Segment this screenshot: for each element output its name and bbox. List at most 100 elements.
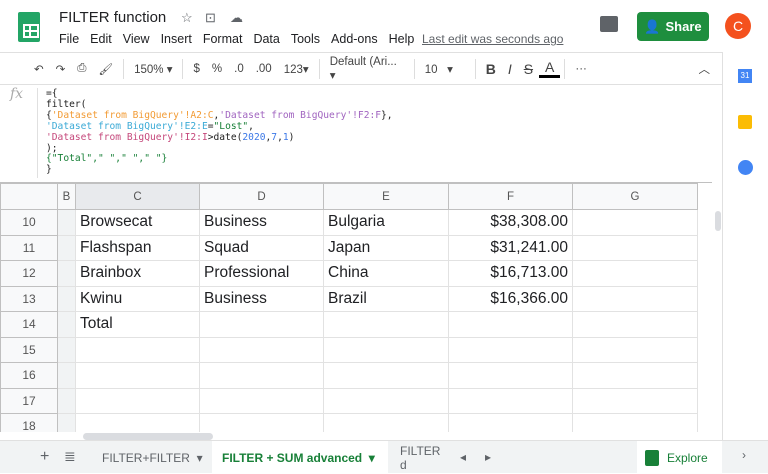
calendar-icon[interactable]: 31 (738, 69, 752, 83)
tasks-icon[interactable] (738, 160, 753, 175)
row-header[interactable]: 13 (0, 285, 58, 312)
cell-d[interactable] (199, 362, 324, 389)
undo-icon[interactable]: ↶ (28, 62, 50, 76)
cell-d[interactable] (199, 336, 324, 363)
cell-b[interactable] (57, 285, 76, 312)
scroll-tabs-right-icon[interactable]: ▸ (485, 450, 491, 464)
cell-e[interactable]: China (323, 260, 449, 287)
cell-d[interactable] (199, 311, 324, 338)
column-header-g[interactable]: G (572, 183, 698, 210)
print-icon[interactable]: ⎙ (71, 62, 92, 75)
menu-tools[interactable]: Tools (291, 32, 320, 46)
currency-button[interactable]: $ (187, 63, 205, 75)
row-header[interactable]: 10 (0, 209, 58, 236)
move-folder-icon[interactable]: ⊡ (205, 10, 216, 26)
row-header[interactable]: 17 (0, 387, 58, 414)
cell-g[interactable] (572, 311, 698, 338)
strikethrough-button[interactable]: S (518, 61, 539, 77)
cell-f[interactable] (448, 311, 573, 338)
cell-b[interactable] (57, 260, 76, 287)
cell-e[interactable] (323, 336, 449, 363)
cell-e[interactable] (323, 387, 449, 414)
cell-g[interactable] (572, 285, 698, 312)
cell-g[interactable] (572, 209, 698, 236)
row-header[interactable]: 16 (0, 362, 58, 389)
document-title[interactable]: FILTER function (59, 9, 166, 26)
cell-b[interactable] (57, 387, 76, 414)
cell-b[interactable] (57, 336, 76, 363)
row-header[interactable]: 11 (0, 234, 58, 261)
menu-data[interactable]: Data (253, 32, 279, 46)
cell-e[interactable]: Bulgaria (323, 209, 449, 236)
menu-format[interactable]: Format (203, 32, 243, 46)
cell-g[interactable] (572, 260, 698, 287)
vertical-scrollbar[interactable] (715, 211, 721, 231)
column-header-b[interactable]: B (57, 183, 76, 210)
font-select[interactable]: Default (Ari... ▾ (324, 56, 410, 82)
share-button[interactable]: 👤 Share (637, 12, 709, 41)
menu-view[interactable]: View (123, 32, 150, 46)
select-all-corner[interactable] (0, 183, 58, 210)
cell-g[interactable] (572, 387, 698, 414)
sheet-tab-filter-filter[interactable]: FILTER+FILTER ▾ (92, 441, 213, 474)
italic-button[interactable]: I (502, 61, 518, 77)
cell-e[interactable] (323, 362, 449, 389)
cell-b[interactable] (57, 311, 76, 338)
cell-g[interactable] (572, 336, 698, 363)
column-header-e[interactable]: E (323, 183, 449, 210)
percent-button[interactable]: % (206, 63, 228, 75)
avatar[interactable]: C (725, 13, 751, 39)
explore-button[interactable]: Explore (637, 441, 722, 474)
column-header-c[interactable]: C (75, 183, 200, 210)
column-header-f[interactable]: F (448, 183, 573, 210)
text-color-button[interactable]: A (539, 59, 561, 78)
cell-f[interactable] (448, 387, 573, 414)
collapse-icon[interactable]: ︿ (693, 61, 717, 77)
cell-g[interactable] (572, 234, 698, 261)
scroll-tabs-left-icon[interactable]: ◂ (460, 450, 466, 464)
paint-format-icon[interactable]: 🖌 (92, 62, 119, 76)
sheet-tab-filter-sum-advanced[interactable]: FILTER + SUM advanced ▾ (212, 441, 388, 474)
cell-d[interactable] (199, 387, 324, 414)
keep-icon[interactable] (738, 115, 752, 129)
cell-g[interactable] (572, 362, 698, 389)
number-format-select[interactable]: 123▾ (278, 62, 315, 76)
menu-insert[interactable]: Insert (161, 32, 192, 46)
cell-e[interactable] (323, 311, 449, 338)
add-sheet-icon[interactable]: + (40, 448, 49, 466)
font-size-select[interactable]: 10 ▾ (419, 62, 471, 76)
cell-d[interactable]: Business (199, 285, 324, 312)
cell-c[interactable]: Total (75, 311, 200, 338)
sheets-logo[interactable] (18, 12, 40, 42)
decrease-decimal-button[interactable]: .0 (228, 63, 250, 75)
cell-c[interactable] (75, 336, 200, 363)
sheet-tab-filter-d[interactable]: FILTER d (390, 441, 448, 474)
more-button[interactable]: ··· (569, 63, 593, 75)
last-edit-link[interactable]: Last edit was seconds ago (422, 32, 563, 46)
show-side-panel-icon[interactable]: › (742, 448, 746, 462)
cell-c[interactable]: Brainbox (75, 260, 200, 287)
cell-d[interactable]: Squad (199, 234, 324, 261)
cell-b[interactable] (57, 209, 76, 236)
row-header[interactable]: 14 (0, 311, 58, 338)
cell-f[interactable]: $38,308.00 (448, 209, 573, 236)
cell-c[interactable]: Kwinu (75, 285, 200, 312)
menu-help[interactable]: Help (389, 32, 415, 46)
cell-c[interactable]: Browsecat (75, 209, 200, 236)
menu-addons[interactable]: Add-ons (331, 32, 378, 46)
cloud-status-icon[interactable]: ☁ (230, 10, 243, 26)
cell-d[interactable]: Professional (199, 260, 324, 287)
column-header-d[interactable]: D (199, 183, 324, 210)
cell-b[interactable] (57, 362, 76, 389)
cell-f[interactable]: $16,366.00 (448, 285, 573, 312)
cell-f[interactable] (448, 362, 573, 389)
cell-f[interactable] (448, 336, 573, 363)
horizontal-scrollbar[interactable] (83, 433, 213, 440)
bold-button[interactable]: B (480, 61, 502, 77)
cell-d[interactable]: Business (199, 209, 324, 236)
cell-e[interactable]: Brazil (323, 285, 449, 312)
all-sheets-icon[interactable]: ≣ (64, 448, 76, 465)
cell-c[interactable] (75, 387, 200, 414)
cell-f[interactable]: $31,241.00 (448, 234, 573, 261)
zoom-select[interactable]: 150% ▾ (128, 62, 178, 76)
